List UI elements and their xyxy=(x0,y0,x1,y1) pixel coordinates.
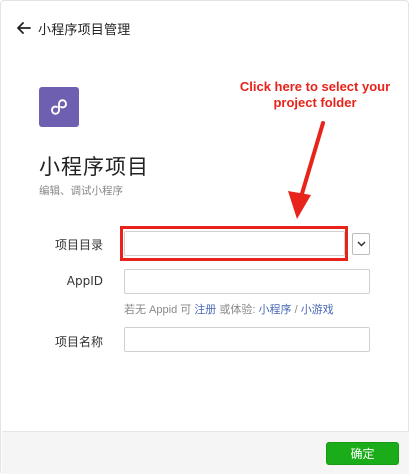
hint-prefix: 若无 Appid 可 xyxy=(124,304,192,316)
hint-middle: 或体验: xyxy=(219,304,256,316)
confirm-button[interactable]: 确定 xyxy=(326,442,399,465)
project-dir-dropdown-button[interactable] xyxy=(352,233,370,255)
project-dir-input[interactable] xyxy=(124,231,345,256)
page-title: 小程序项目管理 xyxy=(38,22,131,38)
back-nav[interactable]: 小程序项目管理 xyxy=(17,18,130,38)
appid-input[interactable] xyxy=(124,269,370,294)
appid-hint: 若无 Appid 可 注册 或体验: 小程序 / 小游戏 xyxy=(124,301,334,317)
appid-label: AppID xyxy=(66,274,103,288)
annotation-callout: Click here to select your project folder xyxy=(239,79,391,110)
project-name-label: 项目名称 xyxy=(54,335,103,349)
arrow-left-icon[interactable] xyxy=(17,22,31,34)
app-title: 小程序项目 xyxy=(39,155,149,179)
mini-program-link[interactable]: 小程序 xyxy=(259,304,292,316)
project-management-window: 小程序项目管理 Click here to select your projec… xyxy=(0,0,409,474)
chevron-down-icon xyxy=(356,241,366,247)
project-name-input[interactable] xyxy=(124,327,370,352)
register-link[interactable]: 注册 xyxy=(194,304,216,316)
mini-game-link[interactable]: 小游戏 xyxy=(301,304,334,316)
mini-program-logo-icon xyxy=(39,87,79,127)
hint-separator: / xyxy=(294,304,298,316)
project-dir-label: 项目目录 xyxy=(54,238,103,252)
app-subtitle: 编辑、调试小程序 xyxy=(39,185,123,197)
